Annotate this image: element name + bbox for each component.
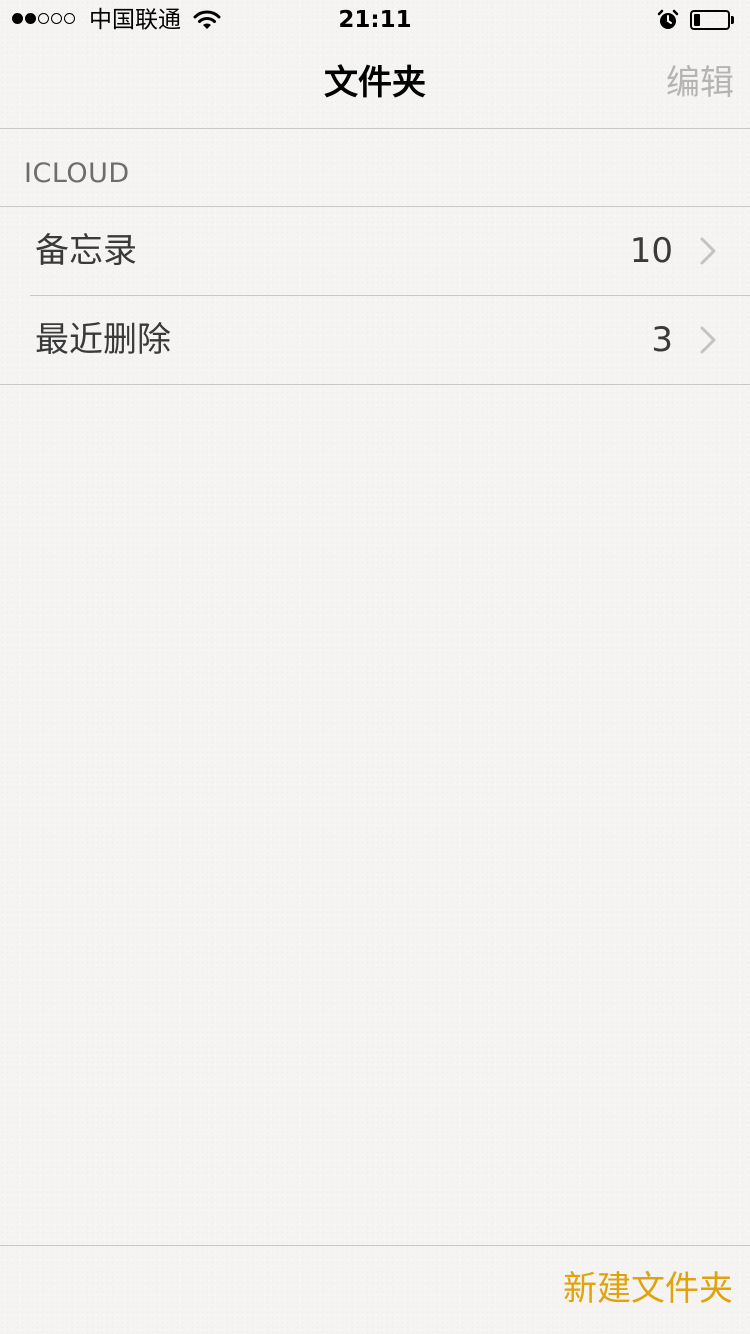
status-bar: 中国联通 21:11 [0,0,750,40]
folder-count: 3 [651,320,673,360]
status-time: 21:11 [338,7,412,33]
folder-count: 10 [629,231,673,271]
battery-tip [731,16,734,24]
chevron-right-icon [700,237,716,265]
folder-list: 备忘录 10 最近删除 3 [0,207,750,385]
battery-icon [690,10,730,30]
alarm-clock-icon [657,9,679,29]
page-title: 文件夹 [324,63,426,103]
folder-name: 备忘录 [35,231,137,271]
chevron-right-icon [700,326,716,354]
divider [0,384,750,385]
edit-button[interactable]: 编辑 [666,62,734,104]
new-folder-button[interactable]: 新建文件夹 [563,1268,733,1310]
section-header-icloud: ICLOUD [24,158,130,189]
folder-row-notes[interactable]: 备忘录 10 [0,207,750,296]
bottom-toolbar: 新建文件夹 [0,1245,750,1334]
navigation-bar: 文件夹 编辑 [0,40,750,129]
folder-name: 最近删除 [35,320,171,360]
battery-level [694,14,700,26]
folder-row-recently-deleted[interactable]: 最近删除 3 [0,296,750,385]
